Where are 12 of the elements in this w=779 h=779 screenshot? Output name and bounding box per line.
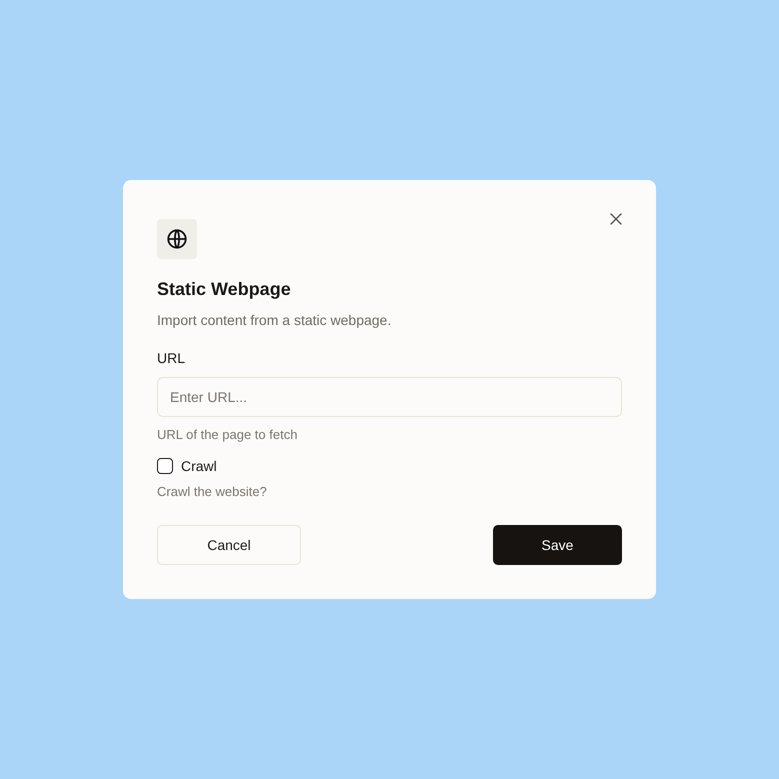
checkbox-label: Crawl xyxy=(181,458,217,474)
cancel-button[interactable]: Cancel xyxy=(157,525,301,565)
save-button[interactable]: Save xyxy=(493,525,622,565)
url-field[interactable]: Enter URL... xyxy=(157,377,622,417)
close-icon[interactable] xyxy=(608,211,624,227)
checkbox[interactable] xyxy=(157,458,173,474)
dialog-title: Static Webpage xyxy=(157,279,292,300)
field-hint: URL of the page to fetch xyxy=(157,427,298,442)
field-label: URL xyxy=(157,350,186,366)
checkbox-hint: Crawl the website? xyxy=(157,484,268,499)
dialog-description: Import content from a static webpage. xyxy=(157,312,392,328)
globe-icon xyxy=(157,219,197,259)
